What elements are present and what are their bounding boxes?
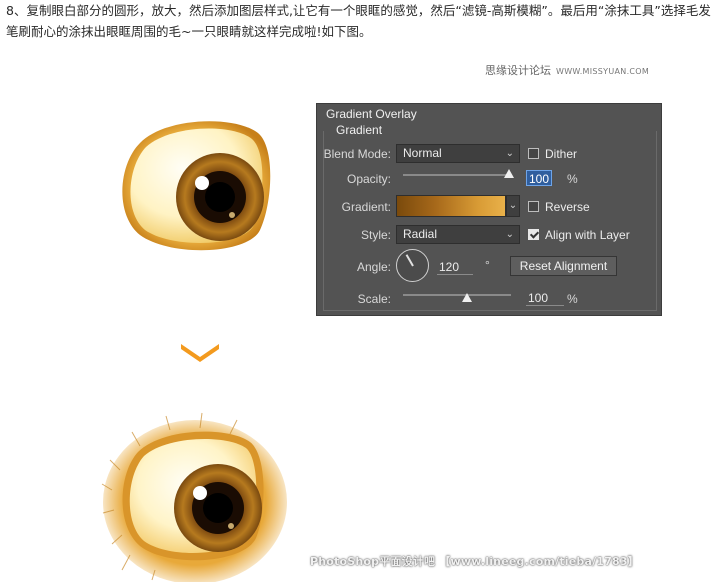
eye-illustration-furry	[100, 410, 290, 586]
opacity-slider-thumb[interactable]	[504, 169, 514, 178]
panel-title: Gradient Overlay	[326, 107, 417, 121]
opacity-label: Opacity:	[346, 172, 391, 186]
site-watermark: 思缘设计论坛 WWW.MISSYUAN.COM	[485, 62, 649, 78]
blend-mode-dropdown[interactable]: Normal ⌄	[396, 144, 520, 163]
opacity-input[interactable]: 100	[526, 170, 552, 186]
eye-furry-image	[101, 412, 287, 584]
style-dropdown[interactable]: Radial ⌄	[396, 225, 520, 244]
eye-top-image	[122, 121, 271, 251]
gradient-label: Gradient:	[341, 200, 391, 214]
chevron-down-icon[interactable]: ⌄	[506, 195, 520, 217]
dither-label: Dither	[545, 147, 578, 161]
angle-dial-needle	[405, 254, 414, 267]
angle-dial[interactable]	[396, 249, 429, 282]
style-label: Style:	[360, 228, 391, 242]
gradient-overlay-panel: Gradient Overlay Gradient Blend Mode: No…	[316, 103, 662, 316]
opacity-unit: %	[567, 172, 578, 186]
angle-unit: °	[485, 258, 490, 272]
step-description: 8、复制眼白部分的圆形，放大，然后添加图层样式,让它有一个眼眶的感觉，然后“滤镜…	[6, 3, 711, 39]
blend-mode-label: Blend Mode:	[323, 147, 391, 161]
site-name: 思缘设计论坛	[485, 64, 551, 77]
angle-input[interactable]: 120	[437, 259, 473, 275]
chevron-down-icon: ⌄	[505, 148, 514, 159]
scale-unit: %	[567, 292, 578, 306]
group-title: Gradient	[336, 123, 387, 137]
reverse-label: Reverse	[545, 200, 590, 214]
angle-label: Angle:	[356, 260, 391, 274]
footer-watermark: PhotoShop平面设计吧 【www.lineeg.com/tieba/178…	[310, 555, 639, 568]
dither-checkbox[interactable]	[528, 148, 539, 159]
scale-slider-thumb[interactable]	[462, 293, 472, 302]
gradient-swatch[interactable]	[396, 195, 506, 217]
scale-input[interactable]: 100	[526, 290, 564, 306]
scale-slider[interactable]	[403, 294, 511, 296]
align-with-layer-label: Align with Layer	[545, 228, 630, 242]
chevron-down-icon	[179, 341, 221, 367]
reverse-checkbox[interactable]	[528, 201, 539, 212]
opacity-slider[interactable]	[403, 174, 511, 176]
site-url: WWW.MISSYUAN.COM	[556, 67, 650, 76]
reset-alignment-button[interactable]: Reset Alignment	[510, 256, 617, 276]
chevron-down-icon: ⌄	[505, 229, 514, 240]
blend-mode-value: Normal	[403, 146, 442, 160]
eye-illustration-top	[110, 115, 280, 259]
align-with-layer-checkbox[interactable]	[528, 229, 539, 240]
scale-label: Scale:	[357, 292, 391, 306]
style-value: Radial	[403, 227, 438, 241]
